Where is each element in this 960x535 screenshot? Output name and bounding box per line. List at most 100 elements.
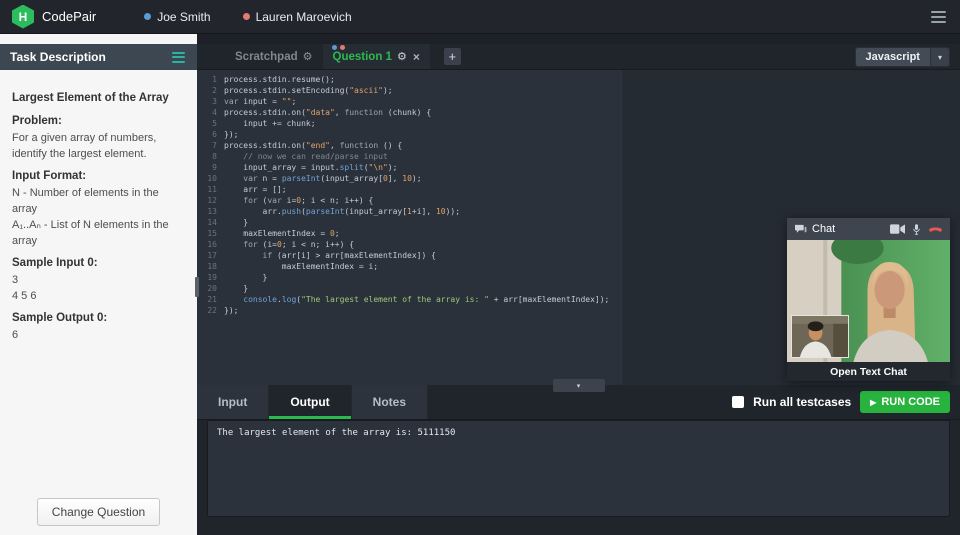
line-number: 16	[197, 239, 224, 250]
tab-notes[interactable]: Notes	[352, 385, 428, 419]
code-line[interactable]: 13 arr.push(parseInt(input_array[1+i], 1…	[197, 206, 960, 217]
sample-output-label: Sample Output 0:	[12, 310, 185, 327]
end-call-icon[interactable]	[928, 225, 943, 233]
play-icon: ▶	[870, 398, 876, 407]
line-number: 18	[197, 261, 224, 272]
code-line[interactable]: 1process.stdin.resume();	[197, 74, 960, 85]
call-controls	[890, 223, 943, 236]
task-description-title: Task Description	[10, 50, 106, 64]
chat-bubble-icon	[794, 224, 807, 235]
line-number: 12	[197, 195, 224, 206]
panel-resize-handle[interactable]	[195, 277, 199, 297]
self-video-image	[792, 316, 848, 357]
participant-dot	[144, 13, 151, 20]
editor-tab-bar: Scratchpad ⚙ Question 1 ⚙ × + Javascript…	[197, 44, 960, 70]
line-number: 3	[197, 96, 224, 107]
code-line[interactable]: 4process.stdin.on("data", function (chun…	[197, 107, 960, 118]
code-line[interactable]: 6});	[197, 129, 960, 140]
participant-dot	[243, 13, 250, 20]
code-line[interactable]: 3var input = "";	[197, 96, 960, 107]
code-line[interactable]: 2process.stdin.setEncoding("ascii");	[197, 85, 960, 96]
remote-video-feed	[787, 240, 950, 362]
microphone-icon[interactable]	[912, 223, 921, 236]
run-controls: Run all testcases ▶ RUN CODE	[732, 385, 960, 419]
language-label[interactable]: Javascript	[856, 48, 930, 66]
code-line[interactable]: 5 input += chunk;	[197, 118, 960, 129]
hamburger-menu-icon[interactable]	[929, 7, 948, 27]
line-number: 13	[197, 206, 224, 217]
open-text-chat-button[interactable]: Open Text Chat	[787, 362, 950, 381]
change-question-button[interactable]: Change Question	[37, 498, 160, 526]
input-format-line: N - Number of elements in the array	[12, 185, 185, 217]
participant-name: Joe Smith	[157, 10, 210, 24]
problem-text: For a given array of numbers, identify t…	[12, 130, 185, 162]
presence-dots	[332, 45, 345, 50]
gear-icon[interactable]: ⚙	[303, 50, 313, 63]
task-description-header: Task Description	[0, 44, 197, 70]
code-line[interactable]: 8 // now we can read/parse input	[197, 151, 960, 162]
line-number: 10	[197, 173, 224, 184]
line-number: 4	[197, 107, 224, 118]
tab-question-1-label: Question 1	[333, 51, 392, 63]
code-line[interactable]: 12 for (var i=0; i < n; i++) {	[197, 195, 960, 206]
logo-letter: H	[19, 10, 28, 24]
sample-output-value: 6	[12, 327, 185, 343]
run-all-testcases-label: Run all testcases	[753, 395, 851, 409]
line-number: 7	[197, 140, 224, 151]
tab-output[interactable]: Output	[269, 385, 351, 419]
presence-dot-red	[340, 45, 345, 50]
self-video-feed	[791, 315, 849, 358]
question-title: Largest Element of the Array	[12, 90, 185, 107]
task-sidebar: Task Description Largest Element of the …	[0, 34, 197, 535]
input-format-line: A₁..Aₙ - List of N elements in the array	[12, 217, 185, 249]
line-number: 11	[197, 184, 224, 195]
tab-scratchpad[interactable]: Scratchpad ⚙	[225, 44, 323, 69]
code-line[interactable]: 7process.stdin.on("end", function () {	[197, 140, 960, 151]
line-number: 5	[197, 118, 224, 129]
line-number: 9	[197, 162, 224, 173]
run-all-testcases-checkbox[interactable]	[732, 396, 744, 408]
code-line[interactable]: 10 var n = parseInt(input_array[0], 10);	[197, 173, 960, 184]
run-code-label: RUN CODE	[881, 396, 940, 408]
hackerrank-logo: H	[12, 5, 34, 29]
panel-collapse-handle[interactable]: ▾	[553, 379, 605, 392]
run-code-button[interactable]: ▶ RUN CODE	[860, 391, 950, 413]
code-line[interactable]: 9 input_array = input.split("\n");	[197, 162, 960, 173]
video-chat-panel: Chat	[787, 218, 950, 381]
input-format-label: Input Format:	[12, 168, 185, 185]
language-selector[interactable]: Javascript ▾	[855, 47, 950, 67]
app-title: CodePair	[42, 9, 96, 24]
io-panel: ▾ Input Output Notes Run all testcases ▶…	[197, 385, 960, 535]
line-number: 2	[197, 85, 224, 96]
tab-question-1[interactable]: Question 1 ⚙ ×	[323, 44, 430, 69]
chat-header[interactable]: Chat	[787, 218, 950, 240]
code-line[interactable]: 11 arr = [];	[197, 184, 960, 195]
top-bar: H CodePair Joe Smith Lauren Maroevich	[0, 0, 960, 34]
line-number: 19	[197, 272, 224, 283]
output-console: The largest element of the array is: 511…	[207, 420, 950, 517]
line-number: 1	[197, 74, 224, 85]
presence-dot-blue	[332, 45, 337, 50]
participant-name: Lauren Maroevich	[256, 10, 352, 24]
line-number: 8	[197, 151, 224, 162]
sample-input-line: 3	[12, 272, 185, 288]
chat-title: Chat	[812, 223, 835, 235]
sidebar-collapse-icon[interactable]	[170, 47, 187, 67]
sample-input-label: Sample Input 0:	[12, 255, 185, 272]
chevron-down-icon[interactable]: ▾	[930, 48, 949, 66]
line-number: 17	[197, 250, 224, 261]
line-number: 14	[197, 217, 224, 228]
sample-input-line: 4 5 6	[12, 288, 185, 304]
camera-icon[interactable]	[890, 224, 905, 234]
codepair-app: H CodePair Joe Smith Lauren Maroevich Ta…	[0, 0, 960, 535]
task-description-body: Largest Element of the Array Problem: Fo…	[0, 80, 197, 479]
line-number: 22	[197, 305, 224, 316]
line-number: 20	[197, 283, 224, 294]
tab-input[interactable]: Input	[197, 385, 269, 419]
problem-label: Problem:	[12, 113, 185, 130]
participant-joe: Joe Smith	[144, 10, 210, 24]
line-number: 15	[197, 228, 224, 239]
gear-icon[interactable]: ⚙	[397, 50, 407, 63]
close-tab-icon[interactable]: ×	[413, 50, 420, 64]
new-tab-button[interactable]: +	[444, 48, 461, 65]
